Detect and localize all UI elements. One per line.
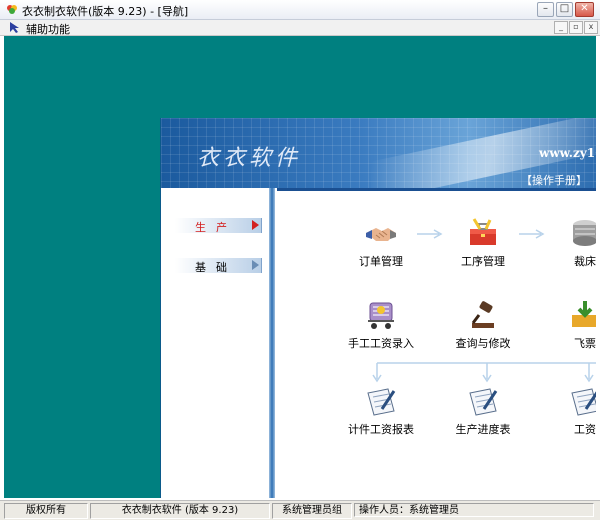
module-label: 计件工资报表 bbox=[348, 423, 414, 436]
status-copyright: 版权所有 bbox=[4, 503, 88, 519]
module-production-progress[interactable]: 生产进度表 bbox=[443, 385, 523, 437]
app-icon bbox=[7, 5, 17, 14]
manual-link[interactable]: 【操作手册】 bbox=[521, 172, 587, 188]
brand-logo-text: 衣衣软件 bbox=[197, 146, 302, 171]
module-label: 飞票 bbox=[574, 337, 596, 350]
nav-item-basic[interactable]: 基础 bbox=[175, 258, 262, 274]
module-label: 生产进度表 bbox=[455, 423, 511, 436]
report-pencil-icon bbox=[571, 388, 596, 416]
close-button[interactable]: ✕ bbox=[575, 2, 594, 17]
toolbox-icon bbox=[470, 218, 496, 245]
module-label: 裁床 bbox=[574, 255, 596, 268]
handshake-icon bbox=[366, 228, 396, 241]
status-bar: 版权所有 衣衣制衣软件 (版本 9.23) 系统管理员组 操作人员：系统管理员 bbox=[0, 500, 600, 520]
mdi-minimize-button[interactable]: _ bbox=[554, 21, 568, 34]
status-app-name: 衣衣制衣软件 (版本 9.23) bbox=[90, 503, 270, 519]
maximize-button[interactable]: □ bbox=[556, 2, 573, 17]
status-operator: 操作人员：系统管理员 bbox=[354, 503, 594, 517]
window-title: 衣衣制衣软件(版本 9.23) - [导航] bbox=[22, 5, 189, 18]
module-flow-area: 订单管理 工序管理 裁床 手工工资录入 查询与修改 飞票 计件工资报表 生产进度… bbox=[277, 188, 596, 498]
module-order-management[interactable]: 订单管理 bbox=[341, 217, 421, 269]
navigation-window: 衣衣软件 www.zy16.c 【操作手册】 生产 基础 bbox=[160, 118, 596, 498]
title-bar: 衣衣制衣软件(版本 9.23) - [导航] – □ ✕ bbox=[0, 0, 600, 20]
module-ticket[interactable]: 飞票 bbox=[545, 299, 596, 351]
module-query-modify[interactable]: 查询与修改 bbox=[443, 299, 523, 351]
nav-item-label: 生产 bbox=[195, 221, 237, 234]
cursor-arrow-icon bbox=[10, 22, 19, 33]
module-label: 工资 bbox=[574, 423, 596, 436]
mdi-workspace: 衣衣软件 www.zy16.c 【操作手册】 生产 基础 bbox=[4, 36, 596, 498]
arrow-right-icon bbox=[252, 220, 259, 230]
header-banner: 衣衣软件 www.zy16.c 【操作手册】 bbox=[161, 118, 596, 188]
ticket-arrow-icon bbox=[572, 301, 596, 327]
module-manual-wage-entry[interactable]: 手工工资录入 bbox=[341, 299, 421, 351]
gavel-icon bbox=[471, 301, 494, 328]
minimize-button[interactable]: – bbox=[537, 2, 554, 17]
mdi-restore-button[interactable]: ▫ bbox=[569, 21, 583, 34]
module-label: 查询与修改 bbox=[455, 337, 511, 350]
module-wage[interactable]: 工资 bbox=[545, 385, 596, 437]
module-label: 手工工资录入 bbox=[348, 337, 414, 350]
nav-item-label: 基础 bbox=[195, 261, 237, 274]
flow-connector bbox=[372, 362, 596, 383]
arrow-right-icon bbox=[252, 260, 259, 270]
website-link[interactable]: www.zy16.c bbox=[539, 146, 596, 160]
menu-item-assist[interactable]: 辅助功能 bbox=[26, 21, 70, 37]
fabric-roll-icon bbox=[573, 220, 596, 246]
nav-item-production[interactable]: 生产 bbox=[175, 218, 262, 234]
shopping-cart-icon bbox=[368, 302, 394, 329]
module-label: 工序管理 bbox=[461, 255, 505, 268]
status-user-group: 系统管理员组 bbox=[272, 503, 352, 519]
menu-bar: 辅助功能 _ ▫ x bbox=[0, 20, 600, 36]
module-label: 订单管理 bbox=[359, 255, 403, 268]
panel-separator bbox=[269, 188, 275, 498]
module-process-management[interactable]: 工序管理 bbox=[443, 217, 523, 269]
module-cutting[interactable]: 裁床 bbox=[545, 217, 596, 269]
left-nav-panel: 生产 基础 bbox=[161, 188, 275, 498]
module-piecework-wage-report[interactable]: 计件工资报表 bbox=[341, 385, 421, 437]
report-pencil-icon bbox=[367, 388, 396, 416]
report-pencil-icon bbox=[469, 388, 498, 416]
mdi-close-button[interactable]: x bbox=[584, 21, 598, 34]
